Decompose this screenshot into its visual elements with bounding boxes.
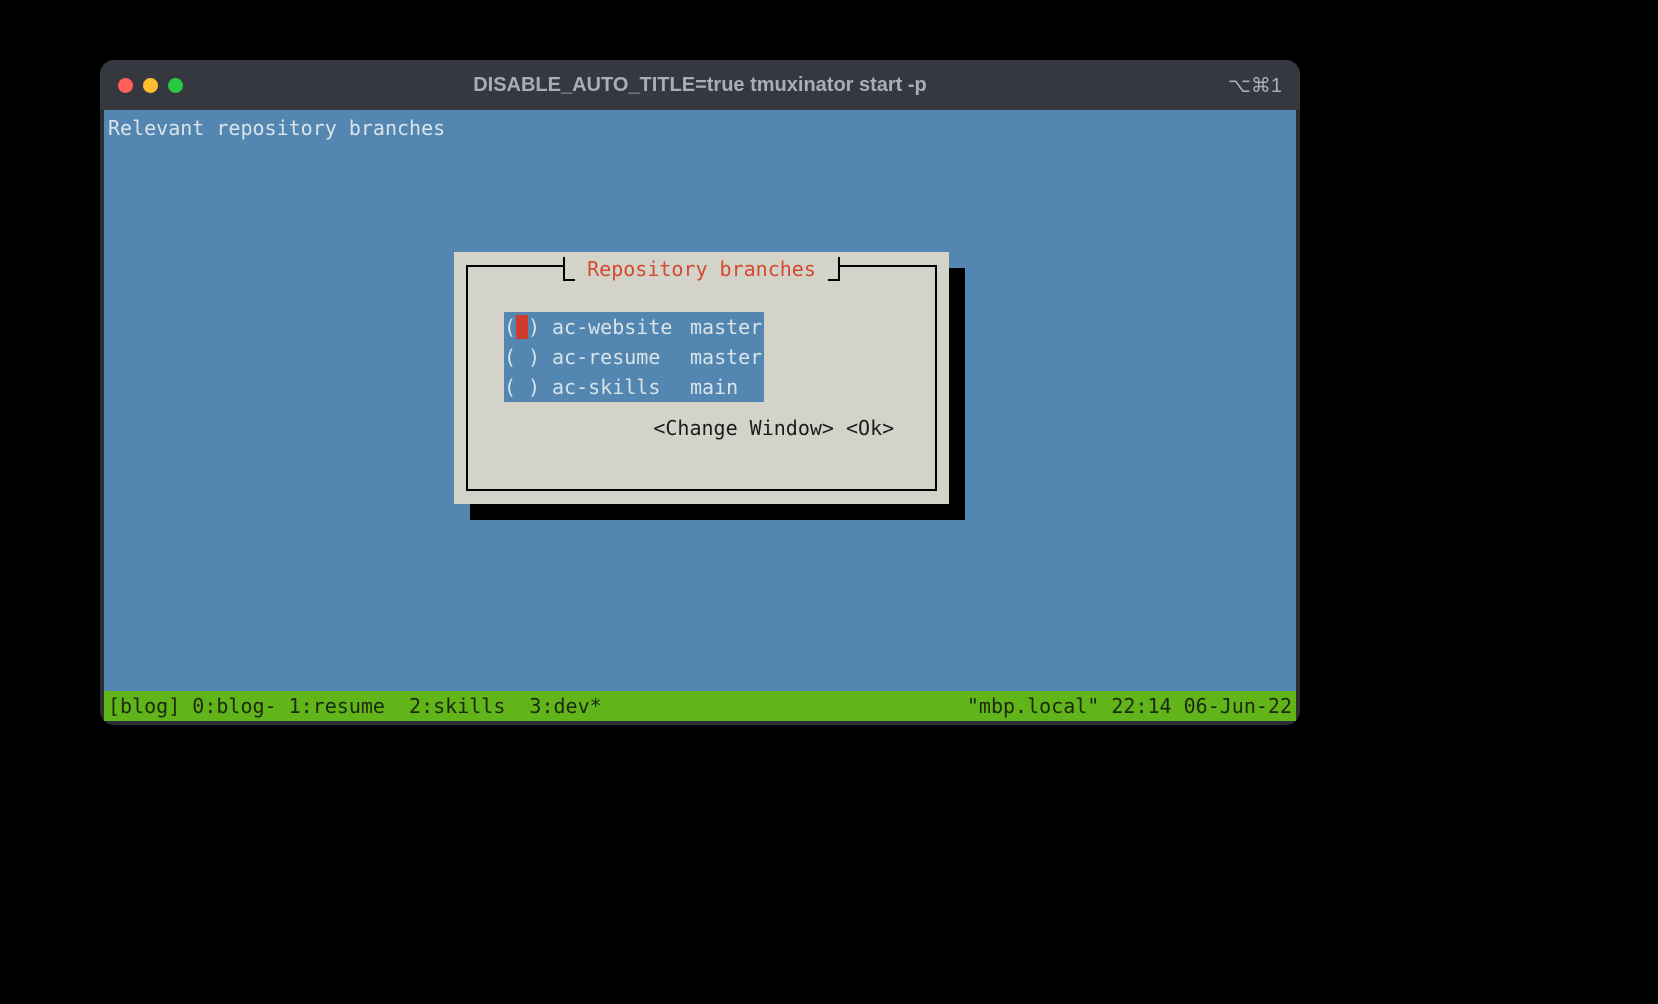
titlebar: DISABLE_AUTO_TITLE=true tmuxinator start… — [100, 60, 1300, 110]
page-title: Relevant repository branches — [104, 110, 1296, 140]
dialog: Repository branches ( ) ac-website maste… — [454, 252, 949, 504]
tmux-status-bar: [blog] 0:blog- 1:resume 2:skills 3:dev* … — [104, 691, 1296, 721]
repo-name: ac-resume — [552, 345, 684, 369]
zoom-icon[interactable] — [168, 78, 183, 93]
dialog-box: Repository branches ( ) ac-website maste… — [454, 252, 949, 504]
dialog-buttons: <Change Window> <Ok> — [454, 392, 949, 464]
terminal-body[interactable]: Relevant repository branches Repository … — [104, 110, 1296, 721]
dialog-title: Repository branches — [454, 257, 949, 281]
dialog-title-label: Repository branches — [581, 257, 822, 281]
radio-list: ( ) ac-website master ( ) ac-r — [504, 312, 764, 402]
repo-name: ac-website — [552, 315, 684, 339]
window-shortcut: ⌥⌘1 — [1228, 73, 1282, 98]
ok-button[interactable]: <Ok> — [846, 416, 894, 440]
list-item[interactable]: ( ) ac-website master — [504, 312, 764, 342]
paren-left-icon: ( — [504, 315, 516, 339]
traffic-lights — [118, 78, 183, 93]
status-right: "mbp.local" 22:14 06-Jun-22 — [967, 694, 1292, 718]
title-brace-left-icon — [563, 257, 575, 281]
status-left[interactable]: [blog] 0:blog- 1:resume 2:skills 3:dev* — [108, 694, 602, 718]
repo-branch: master — [684, 315, 762, 339]
window-title: DISABLE_AUTO_TITLE=true tmuxinator start… — [100, 74, 1300, 97]
list-item[interactable]: ( ) ac-resume master — [504, 342, 764, 372]
paren-left-icon: ( — [504, 345, 516, 369]
change-window-button[interactable]: <Change Window> — [653, 416, 834, 440]
cursor-icon — [516, 315, 528, 339]
close-icon[interactable] — [118, 78, 133, 93]
paren-right-icon: ) — [528, 315, 540, 339]
repo-branch: master — [684, 345, 762, 369]
terminal-window: DISABLE_AUTO_TITLE=true tmuxinator start… — [100, 60, 1300, 725]
title-brace-right-icon — [828, 257, 840, 281]
paren-right-icon: ) — [528, 345, 540, 369]
minimize-icon[interactable] — [143, 78, 158, 93]
